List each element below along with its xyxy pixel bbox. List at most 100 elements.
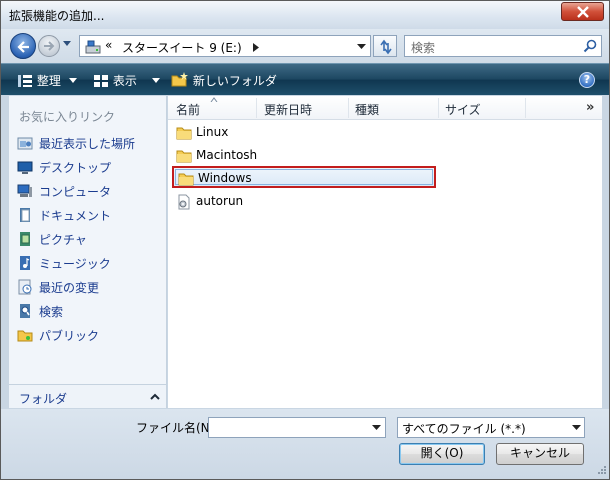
folder-icon <box>176 127 192 140</box>
filename-field[interactable] <box>208 417 386 438</box>
cancel-button[interactable]: キャンセル <box>496 443 584 465</box>
filetype-value: すべてのファイル (*.*) <box>402 422 526 436</box>
views-label: 表示 <box>112 74 137 88</box>
nav-item-public[interactable]: パブリック <box>15 325 161 345</box>
close-icon <box>577 6 589 18</box>
chevron-down-icon <box>572 425 581 430</box>
folders-toggle[interactable]: フォルダ <box>9 384 166 408</box>
list-item-selected[interactable]: Windows <box>172 166 436 188</box>
settings-file-icon <box>178 194 190 210</box>
desktop-icon <box>17 161 33 174</box>
column-date-modified[interactable]: 更新日時 <box>264 101 312 118</box>
title-bar[interactable]: 拡張機能の追加... <box>1 1 609 29</box>
close-button[interactable] <box>561 2 604 21</box>
forward-button[interactable] <box>38 35 60 57</box>
nav-item-label: コンピュータ <box>39 185 112 199</box>
filename-label: ファイル名(N): <box>136 421 219 435</box>
computer-icon <box>17 184 32 197</box>
column-header: 名前 更新日時 種類 サイズ » <box>168 96 602 120</box>
organize-icon <box>18 75 32 87</box>
column-name[interactable]: 名前 <box>176 101 200 118</box>
nav-item-label: ピクチャ <box>39 233 87 247</box>
recently-changed-icon <box>18 279 32 295</box>
chevron-up-icon <box>150 393 160 400</box>
forward-arrow-icon <box>44 41 55 51</box>
list-item[interactable]: Linux <box>172 122 436 144</box>
column-size[interactable]: サイズ <box>445 101 481 118</box>
file-name: Macintosh <box>196 148 258 162</box>
refresh-button[interactable] <box>373 35 397 57</box>
window-title: 拡張機能の追加... <box>9 9 105 23</box>
nav-item-recently-changed[interactable]: 最近の変更 <box>15 277 161 297</box>
folder-icon <box>176 150 192 163</box>
column-separator[interactable] <box>256 98 257 118</box>
address-field[interactable]: « スタースイート 9 (E:) <box>79 35 371 57</box>
nav-item-label: ドキュメント <box>39 209 112 223</box>
nav-item-searches[interactable]: 検索 <box>15 301 161 321</box>
search-icon[interactable] <box>583 39 597 53</box>
nav-item-label: 最近の変更 <box>39 281 100 295</box>
filename-dropdown-icon[interactable] <box>372 425 381 430</box>
music-icon <box>20 256 30 270</box>
address-overflow-chevron[interactable]: « <box>105 38 112 52</box>
address-bar-area: « スタースイート 9 (E:) 検索 <box>1 29 609 63</box>
organize-dropdown-icon[interactable] <box>69 78 77 83</box>
recent-pages-dropdown-icon[interactable] <box>63 41 71 47</box>
nav-item-label: ミュージック <box>39 257 111 271</box>
file-name: Linux <box>196 125 229 139</box>
drive-icon <box>85 40 101 54</box>
organize-button[interactable]: 整理 <box>17 72 61 89</box>
nav-item-music[interactable]: ミュージック <box>15 253 161 273</box>
column-separator[interactable] <box>438 98 439 118</box>
folder-icon <box>178 173 194 186</box>
column-separator[interactable] <box>348 98 349 118</box>
new-folder-label: 新しいフォルダ <box>192 74 277 88</box>
back-button[interactable] <box>10 33 36 59</box>
address-separator-icon[interactable] <box>253 41 259 55</box>
refresh-icon <box>380 39 392 55</box>
new-folder-button[interactable]: 新しいフォルダ <box>171 72 277 89</box>
address-path[interactable]: スタースイート 9 (E:) <box>122 39 242 56</box>
searches-icon <box>20 304 30 318</box>
navigation-pane: お気に入りリンク 最近表示した場所 デスクトップ コンピュータ ドキュメント ピ… <box>9 96 167 408</box>
favorite-links-header: お気に入りリンク <box>19 110 116 124</box>
nav-item-documents[interactable]: ドキュメント <box>15 205 161 225</box>
views-icon <box>94 75 108 87</box>
nav-item-label: 最近表示した場所 <box>39 137 136 151</box>
address-dropdown-icon[interactable] <box>357 44 366 49</box>
documents-icon <box>20 208 30 222</box>
views-button[interactable]: 表示 <box>93 72 137 89</box>
more-columns-chevron[interactable]: » <box>586 100 594 115</box>
nav-item-computer[interactable]: コンピュータ <box>15 181 161 201</box>
nav-item-label: デスクトップ <box>39 161 112 175</box>
search-placeholder: 検索 <box>411 41 436 55</box>
search-input[interactable]: 検索 <box>404 35 602 57</box>
list-item[interactable]: Macintosh <box>172 145 436 167</box>
nav-item-pictures[interactable]: ピクチャ <box>15 229 161 249</box>
nav-item-label: パブリック <box>39 329 100 343</box>
open-button[interactable]: 開く(O) <box>399 443 485 465</box>
resize-grip-icon[interactable] <box>595 465 607 477</box>
help-button[interactable]: ? <box>579 72 595 88</box>
pictures-icon <box>20 232 30 246</box>
nav-item-label: 検索 <box>39 305 64 319</box>
dialog-window: 拡張機能の追加... « スタースイート 9 (E:) 検索 整理 表示 新しい… <box>0 0 610 480</box>
nav-item-recent-places[interactable]: 最近表示した場所 <box>15 133 161 153</box>
file-list[interactable]: 名前 更新日時 種類 サイズ » Linux Macintosh Windows… <box>168 96 602 408</box>
sort-ascending-icon <box>210 97 218 102</box>
column-type[interactable]: 種類 <box>355 101 379 118</box>
back-arrow-icon <box>17 41 29 53</box>
organize-label: 整理 <box>36 74 61 88</box>
file-name: autorun <box>196 194 244 208</box>
recent-places-icon <box>17 137 33 150</box>
command-toolbar: 整理 表示 新しいフォルダ ? <box>1 63 609 95</box>
file-name: Windows <box>198 171 252 185</box>
filetype-select[interactable]: すべてのファイル (*.*) <box>397 417 585 438</box>
list-item[interactable]: autorun <box>172 191 436 213</box>
new-folder-icon <box>171 72 188 87</box>
public-folder-icon <box>17 330 33 342</box>
dialog-footer: ファイル名(N): すべてのファイル (*.*) 開く(O) キャンセル <box>1 409 609 479</box>
column-separator[interactable] <box>525 98 526 118</box>
nav-item-desktop[interactable]: デスクトップ <box>15 157 161 177</box>
views-dropdown-icon[interactable] <box>152 78 160 83</box>
